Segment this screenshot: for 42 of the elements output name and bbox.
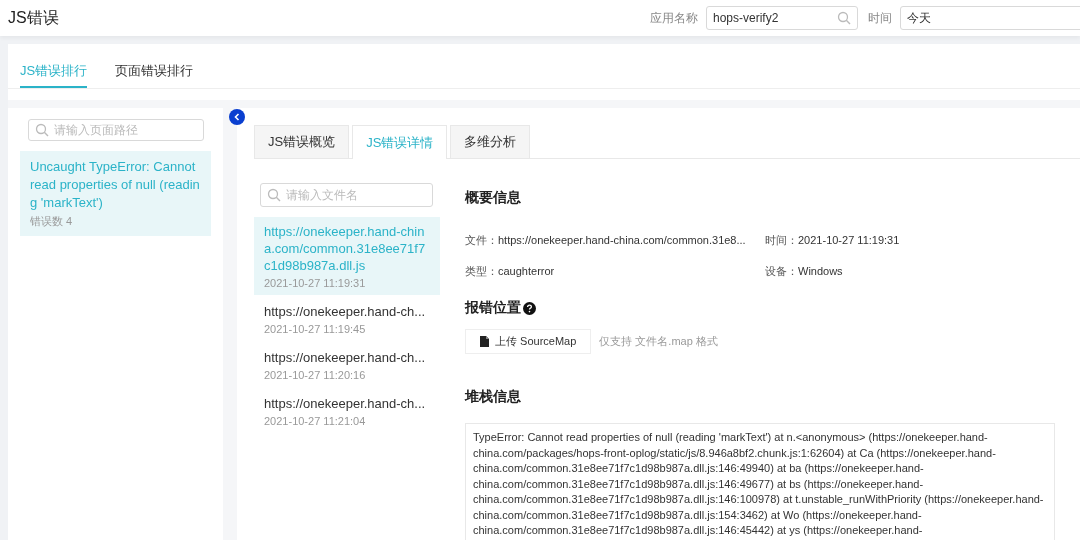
search-field[interactable]: 请输入文件名 <box>260 183 433 207</box>
file-url: https://onekeeper.hand-ch... <box>264 303 427 320</box>
search-field[interactable]: 请输入页面路径 <box>28 119 204 141</box>
app-name-select[interactable]: hops-verify2 <box>706 6 858 30</box>
upload-sourcemap-button[interactable]: 上传 SourceMap <box>465 329 592 354</box>
search-icon <box>837 11 851 25</box>
time-select[interactable]: 今天 <box>900 6 1080 30</box>
file-time: 2021-10-27 11:20:16 <box>264 369 367 381</box>
tab[interactable]: 页面错误排行 <box>115 62 194 88</box>
field-value: Windows <box>798 265 843 277</box>
field-label: 时间： <box>765 234 798 246</box>
file-url: https://onekeeper.hand-ch... <box>264 395 427 412</box>
chevron-left-icon <box>233 113 241 121</box>
section-title: 堆栈信息 <box>465 388 521 406</box>
field-value: 2021-10-27 11:19:31 <box>798 234 900 246</box>
upload-hint: 仅支持 文件名.map 格式 <box>599 334 718 349</box>
tab[interactable]: 多维分析 <box>450 125 531 158</box>
error-count: 错误数 4 <box>30 214 74 229</box>
section-title: 概要信息 <box>465 189 521 207</box>
help-icon[interactable] <box>523 301 536 315</box>
field-value: https://onekeeper.hand-china.com/common.31e8... <box>498 234 746 246</box>
file-list-item[interactable]: https://onekeeper.hand-ch... 2021-10-27 11:19:45 <box>254 297 440 341</box>
time-label: 时间 <box>868 9 892 27</box>
file-list-item[interactable]: https://onekeeper.hand-ch... 2021-10-27 11:20:16 <box>254 343 440 387</box>
stack-trace: TypeError: Cannot read properties of null (reading 'markText') at n.<anonymous> (https://onekeeper.hand-china.com/packages/hops-front-oplog/static/js/8.946a8bf2.chunk.js:1:62604) at Ca (https://onekeeper.hand-china.com/common.31e8ee71f7c1d98b987a.dll.js:146:49940) at ba (https://onekeeper.hand-china.com/common.31e8ee71f7c1d98b987a.dll.js:146:49677) at bs (https://onekeeper.hand-china.com/common.31e8ee71f7c1d98b987a.dll.js:146:100978) at t.unstable_runWithPriority (https://onekeeper.hand-china.com/common.31e8ee71f7c1d98b987a.dll.js:154:3462) at Wo (https://onekeeper.hand-china.com/common.31e8ee71f7c1d98b987a.dll.js:146:45442) at ys (https://onekeeper.hand- <box>465 423 1055 540</box>
error-message: Uncaught TypeError: Cannot read properties of null (reading 'markText') <box>30 158 201 212</box>
field-label: 类型： <box>465 265 498 277</box>
collapse-button[interactable] <box>229 109 245 125</box>
field-label: 设备： <box>765 265 798 277</box>
file-time: 2021-10-27 11:19:31 <box>264 277 367 289</box>
field-label: 文件： <box>465 234 498 246</box>
file-time: 2021-10-27 11:21:04 <box>264 415 367 427</box>
file-url: https://onekeeper.hand-china.com/common.31e8ee71f7c1d98b987a.dll.js <box>264 223 427 274</box>
file-icon <box>480 336 489 347</box>
file-time: 2021-10-27 11:19:45 <box>264 323 367 335</box>
section-title: 报错位置 <box>465 299 521 317</box>
app-name-label: 应用名称 <box>650 9 698 27</box>
page-title: JS错误 <box>8 7 60 28</box>
file-url: https://onekeeper.hand-ch... <box>264 349 427 366</box>
file-list-item[interactable]: https://onekeeper.hand-ch... 2021-10-27 11:21:04 <box>254 389 440 433</box>
tab[interactable]: JS错误概览 <box>254 125 350 158</box>
field-value: caughterror <box>498 265 555 277</box>
